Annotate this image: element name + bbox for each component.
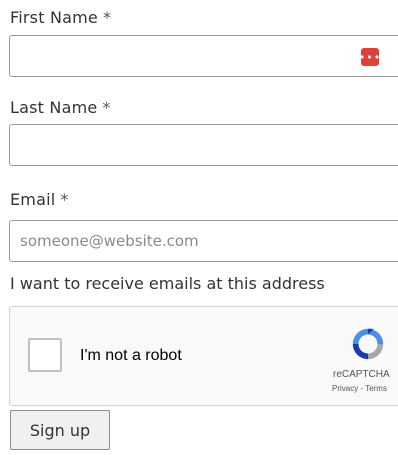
recaptcha-logo-icon xyxy=(352,328,384,360)
password-manager-icon[interactable]: ••• xyxy=(359,48,380,66)
last-name-field xyxy=(9,124,398,166)
last-name-label: Last Name * xyxy=(10,98,111,117)
signup-form: First Name* ••• Last Name* Email* I want… xyxy=(0,0,398,455)
recaptcha-checkbox-label: I'm not a robot xyxy=(80,347,182,364)
first-name-label-text: First Name xyxy=(10,8,98,27)
required-mark: * xyxy=(60,190,69,209)
first-name-field: ••• xyxy=(9,35,398,77)
last-name-input[interactable] xyxy=(10,125,398,165)
email-label: Email * xyxy=(10,190,69,209)
recaptcha-privacy-terms-links[interactable]: Privacy - Terms xyxy=(332,384,387,393)
email-field xyxy=(9,220,398,262)
required-mark: * xyxy=(102,98,111,117)
recaptcha-checkbox[interactable] xyxy=(28,338,62,372)
sign-up-button[interactable]: Sign up xyxy=(10,410,110,450)
recaptcha-widget: I'm not a robot reCAPTCHA Privacy - Term… xyxy=(9,306,398,406)
recaptcha-brand: reCAPTCHA xyxy=(333,369,390,380)
required-mark: * xyxy=(102,8,112,27)
email-consent-text: I want to receive emails at this address xyxy=(10,274,325,293)
first-name-input[interactable] xyxy=(10,36,398,76)
email-label-text: Email xyxy=(10,190,56,209)
first-name-label: First Name * xyxy=(10,8,111,27)
last-name-label-text: Last Name xyxy=(10,98,98,117)
email-input[interactable] xyxy=(10,221,398,261)
